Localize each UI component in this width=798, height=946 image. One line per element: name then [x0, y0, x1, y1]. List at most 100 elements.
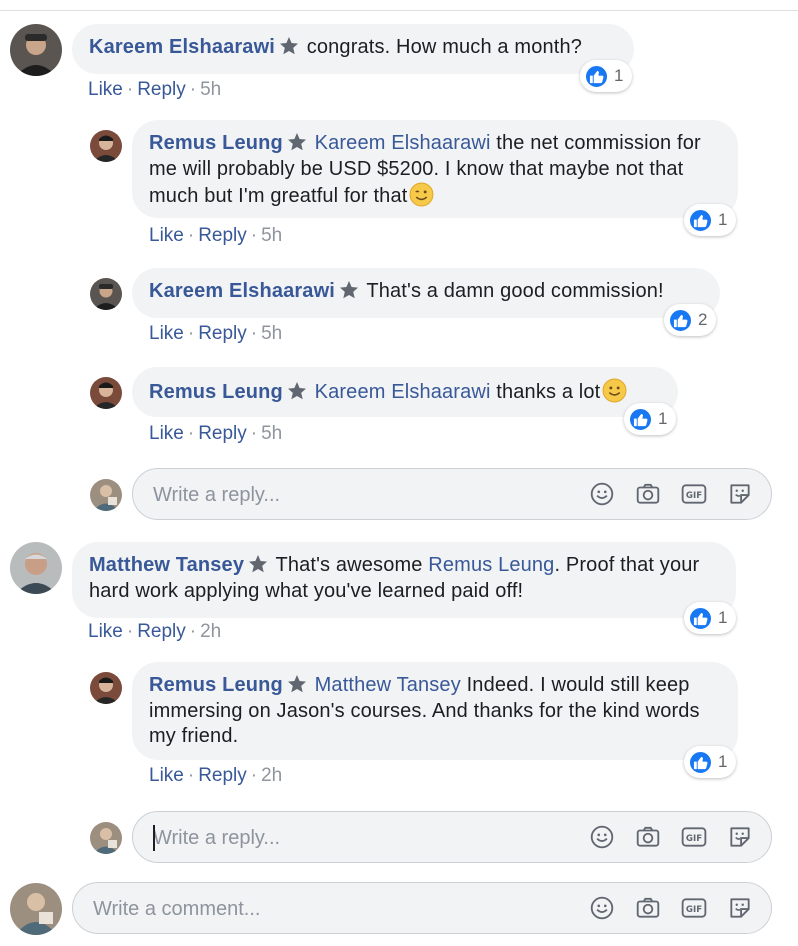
timestamp[interactable]: 5h — [261, 423, 282, 444]
reaction-number: 1 — [718, 608, 728, 627]
avatar-current-user — [90, 822, 122, 854]
reaction-number: 2 — [698, 310, 708, 329]
sticker-icon[interactable] — [727, 481, 753, 507]
reply-tools: GIF — [589, 481, 753, 507]
reaction-count[interactable]: 1 — [684, 746, 737, 778]
comment-actions: Like · Reply · 5h — [149, 323, 283, 344]
like-reaction-icon — [688, 605, 713, 631]
like-link[interactable]: Like — [149, 323, 184, 344]
comment-author[interactable]: Remus Leung — [149, 132, 283, 154]
text-cursor — [153, 825, 155, 851]
reaction-count[interactable]: 1 — [684, 602, 737, 634]
reaction-count[interactable]: 2 — [664, 304, 717, 336]
reply-link[interactable]: Reply — [137, 79, 186, 100]
like-reaction-icon — [628, 406, 653, 432]
comment-author[interactable]: Remus Leung — [149, 381, 283, 403]
reaction-number: 1 — [658, 409, 668, 428]
sticker-icon[interactable] — [727, 895, 753, 921]
top-fan-badge-icon — [287, 674, 307, 694]
like-link[interactable]: Like — [88, 79, 123, 100]
comment-author[interactable]: Matthew Tansey — [89, 554, 244, 576]
avatar-matthew[interactable] — [10, 542, 62, 594]
reply-link[interactable]: Reply — [198, 423, 247, 444]
like-link[interactable]: Like — [149, 765, 184, 786]
avatar-current-user — [10, 883, 62, 935]
reply-tools: GIF — [589, 824, 753, 850]
reply-link[interactable]: Reply — [198, 765, 247, 786]
mention-link[interactable]: Remus Leung — [428, 554, 554, 576]
wink-emoji-icon — [409, 182, 434, 207]
reply-bubble: Kareem Elshaarawi That's a damn good com… — [132, 268, 720, 318]
reaction-number: 1 — [614, 66, 624, 85]
comment-author[interactable]: Remus Leung — [149, 674, 283, 696]
comment-actions: Like · Reply · 2h — [149, 765, 283, 786]
reaction-count[interactable]: 1 — [580, 60, 633, 92]
reply-bubble: Remus Leung Kareem Elshaarawi thanks a l… — [132, 367, 678, 417]
mention-link[interactable]: Kareem Elshaarawi — [315, 381, 491, 403]
reaction-count[interactable]: 1 — [684, 204, 737, 236]
gif-icon[interactable]: GIF — [681, 895, 707, 921]
camera-icon[interactable] — [635, 895, 661, 921]
top-fan-badge-icon — [339, 280, 359, 300]
reply-link[interactable]: Reply — [198, 225, 247, 246]
timestamp[interactable]: 2h — [261, 765, 282, 786]
gif-icon[interactable]: GIF — [681, 481, 707, 507]
comment-text: congrats. How much a month? — [306, 36, 583, 58]
top-fan-badge-icon — [287, 132, 307, 152]
comment-text: That's a damn good commission! — [366, 280, 664, 302]
reply-link[interactable]: Reply — [198, 323, 247, 344]
avatar-remus[interactable] — [90, 130, 122, 162]
like-link[interactable]: Like — [149, 225, 184, 246]
sticker-icon[interactable] — [727, 824, 753, 850]
timestamp[interactable]: 2h — [200, 621, 221, 642]
comment-actions: Like · Reply · 5h — [88, 79, 222, 100]
comment-input[interactable] — [93, 896, 473, 922]
comment-actions: Like · Reply · 2h — [88, 621, 222, 642]
reply-box-focused: GIF — [132, 811, 772, 863]
timestamp[interactable]: 5h — [261, 225, 282, 246]
avatar-kareem[interactable] — [90, 278, 122, 310]
comment-bubble: Kareem Elshaarawi congrats. How much a m… — [72, 24, 634, 74]
avatar-remus[interactable] — [90, 377, 122, 409]
like-link[interactable]: Like — [149, 423, 184, 444]
reply-input[interactable] — [153, 482, 533, 508]
reply-input[interactable] — [153, 825, 533, 851]
emoji-icon[interactable] — [589, 895, 615, 921]
comment-author[interactable]: Kareem Elshaarawi — [149, 280, 335, 302]
reaction-number: 1 — [718, 210, 728, 229]
gif-icon[interactable]: GIF — [681, 824, 707, 850]
camera-icon[interactable] — [635, 481, 661, 507]
timestamp[interactable]: 5h — [200, 79, 221, 100]
like-reaction-icon — [584, 63, 609, 89]
emoji-icon[interactable] — [589, 824, 615, 850]
comment-author[interactable]: Kareem Elshaarawi — [89, 36, 275, 58]
camera-icon[interactable] — [635, 824, 661, 850]
comment-actions: Like · Reply · 5h — [149, 423, 283, 444]
comment-text: thanks a lot — [496, 381, 601, 403]
reaction-number: 1 — [718, 752, 728, 771]
mention-link[interactable]: Matthew Tansey — [315, 674, 461, 696]
top-fan-badge-icon — [287, 381, 307, 401]
svg-text:GIF: GIF — [686, 491, 702, 501]
like-reaction-icon — [688, 749, 713, 775]
reaction-count[interactable]: 1 — [624, 403, 677, 435]
comment-actions: Like · Reply · 5h — [149, 225, 283, 246]
comment-tools: GIF — [589, 895, 753, 921]
like-link[interactable]: Like — [88, 621, 123, 642]
avatar-kareem[interactable] — [10, 24, 62, 76]
comment-text-prefix: That's awesome — [275, 554, 423, 576]
reply-link[interactable]: Reply — [137, 621, 186, 642]
avatar-remus[interactable] — [90, 672, 122, 704]
reply-bubble: Remus Leung Kareem Elshaarawi the net co… — [132, 120, 738, 218]
avatar-current-user — [90, 479, 122, 511]
svg-text:GIF: GIF — [686, 905, 702, 915]
reply-box: GIF — [132, 468, 772, 520]
mention-link[interactable]: Kareem Elshaarawi — [315, 132, 491, 154]
like-reaction-icon — [668, 307, 693, 333]
svg-text:GIF: GIF — [686, 834, 702, 844]
top-fan-badge-icon — [279, 36, 299, 56]
emoji-icon[interactable] — [589, 481, 615, 507]
reply-bubble: Remus Leung Matthew Tansey Indeed. I wou… — [132, 662, 738, 760]
timestamp[interactable]: 5h — [261, 323, 282, 344]
comment-bubble: Matthew Tansey That's awesome Remus Leun… — [72, 542, 736, 618]
